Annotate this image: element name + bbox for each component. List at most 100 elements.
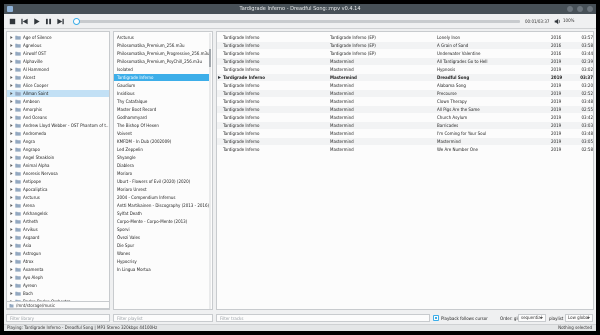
minimize-button[interactable] xyxy=(567,6,573,12)
chevron-right-icon[interactable] xyxy=(10,276,13,279)
playlist-item[interactable]: Uburt - Flowers of Evil (2020) (2020) xyxy=(114,178,210,185)
tree-item[interactable]: Allman Saint xyxy=(7,90,109,97)
track-row[interactable]: Tardigrade Inferno Tardigrade Inferno (EP… xyxy=(217,34,593,41)
chevron-right-icon[interactable] xyxy=(10,140,13,143)
tree-item[interactable]: Bach xyxy=(7,290,109,297)
playlist-item[interactable]: Philosomatika_Premium_256.m3u xyxy=(114,42,210,49)
chevron-right-icon[interactable] xyxy=(10,172,13,175)
tree-item[interactable]: Age of Silence xyxy=(7,34,109,41)
chevron-right-icon[interactable] xyxy=(10,268,13,271)
playlist-item[interactable]: Wanes xyxy=(114,250,210,257)
track-row[interactable]: Tardigrade Inferno Mastermind All Tardigra… xyxy=(217,58,593,65)
prev-button[interactable] xyxy=(20,17,29,26)
track-row[interactable]: Tardigrade Inferno Mastermind Church Asylu… xyxy=(217,114,593,121)
chevron-right-icon[interactable] xyxy=(10,148,13,151)
tree-item[interactable]: Anoresis Nervosa xyxy=(7,170,109,177)
tree-item[interactable]: Alphaville xyxy=(7,58,109,65)
playlist-item[interactable]: Arcturus xyxy=(114,34,210,41)
playlist-select[interactable]: Low global xyxy=(565,314,593,322)
tree-item[interactable]: Artheth xyxy=(7,218,109,225)
tree-item[interactable]: Angel Steakloin xyxy=(7,154,109,161)
tree-item[interactable]: Airwolf OST xyxy=(7,50,109,57)
track-row[interactable]: Tardigrade Inferno Mastermind We Are Numbe… xyxy=(217,146,593,153)
playlist-item[interactable]: Sporvi xyxy=(114,226,210,233)
tree-item[interactable]: Antipope xyxy=(7,178,109,185)
tree-item[interactable]: Al Hammond xyxy=(7,66,109,73)
playlist-item[interactable]: Övezi Vales xyxy=(114,234,210,241)
track-row[interactable]: Tardigrade Inferno Mastermind Clown Therap… xyxy=(217,98,593,105)
tree-item[interactable]: Arcturus xyxy=(7,194,109,201)
tree-item[interactable]: Asia xyxy=(7,242,109,249)
playlist-item[interactable]: KMFDM - In Dub (2002009) xyxy=(114,138,210,145)
playlist-item[interactable]: Tardigrade Inferno xyxy=(114,74,210,81)
tree-item[interactable]: Andrew Lloyd Webber - OST Phantom of t..… xyxy=(7,122,109,129)
volume-level[interactable]: 100% xyxy=(563,18,574,23)
playlist-item[interactable]: Thy Catafalque xyxy=(114,98,210,105)
tree-item[interactable]: Alcest xyxy=(7,74,109,81)
chevron-right-icon[interactable] xyxy=(10,204,13,207)
chevron-right-icon[interactable] xyxy=(10,84,13,87)
playlist-item[interactable]: In Lingua Mortua xyxy=(114,266,210,273)
playlist-item[interactable]: The Bishop Of Hexen xyxy=(114,122,210,129)
chevron-right-icon[interactable] xyxy=(10,68,13,71)
tree-item[interactable]: Angrapo xyxy=(7,146,109,153)
filter-tracks-input[interactable] xyxy=(216,314,430,322)
track-row[interactable]: Tardigrade Inferno Mastermind I'm Coming f… xyxy=(217,130,593,137)
track-row[interactable]: Tardigrade Inferno Tardigrade Inferno (EP… xyxy=(217,42,593,49)
track-row[interactable]: Tardigrade Inferno Mastermind Mastermind 20… xyxy=(217,138,593,145)
chevron-right-icon[interactable] xyxy=(10,228,13,231)
library-tree[interactable]: Age of Silence Agnelous Airwolf OST Alphavi… xyxy=(6,31,110,310)
playlist-item[interactable]: Master Boot Record xyxy=(114,106,210,113)
playlist-item[interactable]: Isolated xyxy=(114,66,210,73)
tree-item[interactable]: Arena xyxy=(7,202,109,209)
chevron-right-icon[interactable] xyxy=(10,244,13,247)
library-path[interactable]: /mnt/storage/music xyxy=(6,301,110,309)
playlist-item[interactable]: Led Zeppelin xyxy=(114,146,210,153)
track-row[interactable]: Tardigrade Inferno Mastermind All Pigs Are… xyxy=(217,106,593,113)
filter-playlist-input[interactable] xyxy=(113,314,213,322)
tree-item[interactable]: Angra xyxy=(7,138,109,145)
playlist-item[interactable]: Diablera xyxy=(114,162,210,169)
track-row[interactable]: Tardigrade Inferno Mastermind Hypnosis 2019… xyxy=(217,66,593,73)
chevron-right-icon[interactable] xyxy=(10,60,13,63)
tree-item[interactable]: And Oceans xyxy=(7,114,109,121)
tree-item[interactable]: Axamenta xyxy=(7,266,109,273)
close-button[interactable] xyxy=(587,6,593,12)
play-button[interactable] xyxy=(32,17,41,26)
seek-handle[interactable] xyxy=(73,18,81,25)
chevron-right-icon[interactable] xyxy=(10,220,13,223)
track-row[interactable]: Tardigrade Inferno Mastermind Dreadful Son… xyxy=(217,74,593,81)
chevron-right-icon[interactable] xyxy=(10,44,13,47)
playlist-item[interactable]: Insidious xyxy=(114,90,210,97)
next-button[interactable] xyxy=(56,17,65,26)
chevron-right-icon[interactable] xyxy=(10,196,13,199)
playlist-item[interactable]: Philosomatika_Premium_PsyChill_256.m3u xyxy=(114,58,210,65)
chevron-right-icon[interactable] xyxy=(10,132,13,135)
chevron-right-icon[interactable] xyxy=(10,76,13,79)
chevron-right-icon[interactable] xyxy=(10,284,13,287)
track-row[interactable]: Tardigrade Inferno Tardigrade Inferno (EP… xyxy=(217,50,593,57)
playlist-item[interactable]: Godhammyard xyxy=(114,114,210,121)
tree-item[interactable]: Astrogun xyxy=(7,250,109,257)
chevron-right-icon[interactable] xyxy=(10,156,13,159)
tree-item[interactable]: Amorphis xyxy=(7,106,109,113)
chevron-right-icon[interactable] xyxy=(10,260,13,263)
tree-item[interactable]: Alice Cooper xyxy=(7,82,109,89)
seek-bar[interactable] xyxy=(73,18,520,25)
scrollbar-thumb[interactable] xyxy=(209,49,211,67)
playlist-item[interactable]: Antti Martikainen - Discography (2013 - … xyxy=(114,202,210,209)
stop-button[interactable] xyxy=(8,17,17,26)
chevron-right-icon[interactable] xyxy=(10,180,13,183)
playlist-item[interactable]: Moriaro xyxy=(114,170,210,177)
title-bar[interactable]: Tardigrade Inferno - Dreadful Song::mpv … xyxy=(4,4,596,14)
tree-item[interactable]: Arkhangelsk xyxy=(7,210,109,217)
playlist-item[interactable]: Shyangle xyxy=(114,154,210,161)
chevron-right-icon[interactable] xyxy=(10,92,13,95)
tree-item[interactable]: Animal Alpha xyxy=(7,162,109,169)
tree-item[interactable]: Ambeon xyxy=(7,98,109,105)
playlist-item[interactable]: Gaudium xyxy=(114,82,210,89)
chevron-right-icon[interactable] xyxy=(10,292,13,295)
chevron-right-icon[interactable] xyxy=(10,36,13,39)
chevron-right-icon[interactable] xyxy=(10,52,13,55)
chevron-right-icon[interactable] xyxy=(10,252,13,255)
